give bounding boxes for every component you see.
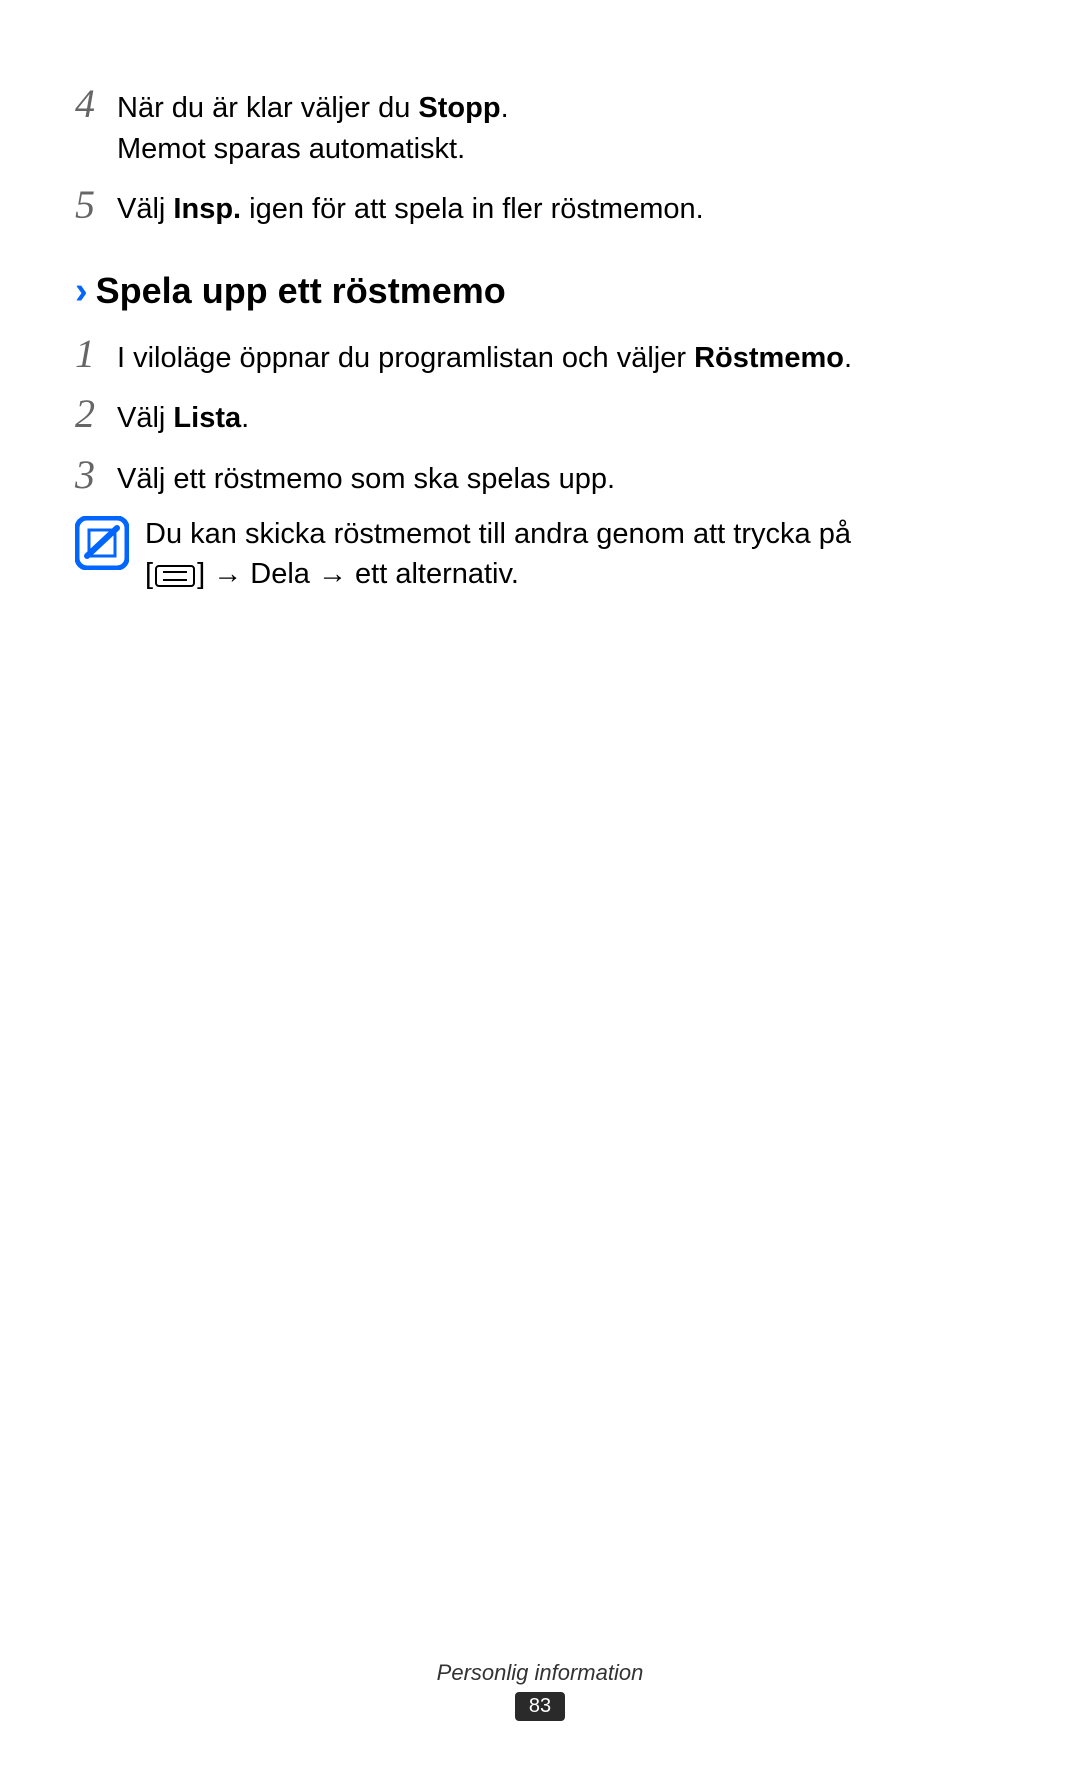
step-5: 5 Välj Insp. igen för att spela in fler … bbox=[75, 181, 1005, 230]
note-text: Du kan skicka röstmemot till andra genom… bbox=[145, 512, 851, 595]
step-text: Välj Lista. bbox=[117, 392, 249, 439]
menu-key-icon bbox=[153, 565, 197, 587]
heading-text: Spela upp ett röstmemo bbox=[96, 270, 506, 312]
step-text: När du är klar väljer du Stopp. Memot sp… bbox=[117, 82, 509, 169]
chevron-icon: › bbox=[75, 272, 88, 310]
section-step-1: 1 I viloläge öppnar du programlistan och… bbox=[75, 330, 1005, 379]
step-number: 4 bbox=[75, 80, 117, 127]
section-heading: › Spela upp ett röstmemo bbox=[75, 270, 1005, 312]
footer-section-label: Personlig information bbox=[0, 1660, 1080, 1686]
step-number: 1 bbox=[75, 330, 117, 377]
section-step-2: 2 Välj Lista. bbox=[75, 390, 1005, 439]
step-number: 5 bbox=[75, 181, 117, 228]
step-number: 3 bbox=[75, 451, 117, 498]
page-footer: Personlig information 83 bbox=[0, 1660, 1080, 1721]
step-number: 2 bbox=[75, 390, 117, 437]
section-step-3: 3 Välj ett röstmemo som ska spelas upp. bbox=[75, 451, 1005, 500]
step-text: I viloläge öppnar du programlistan och v… bbox=[117, 332, 852, 379]
note-block: Du kan skicka röstmemot till andra genom… bbox=[75, 512, 1005, 595]
step-4: 4 När du är klar väljer du Stopp. Memot … bbox=[75, 80, 1005, 169]
step-text: Välj ett röstmemo som ska spelas upp. bbox=[117, 453, 615, 500]
step-text: Välj Insp. igen för att spela in fler rö… bbox=[117, 183, 704, 230]
note-icon bbox=[75, 516, 129, 570]
page-number: 83 bbox=[515, 1692, 565, 1721]
